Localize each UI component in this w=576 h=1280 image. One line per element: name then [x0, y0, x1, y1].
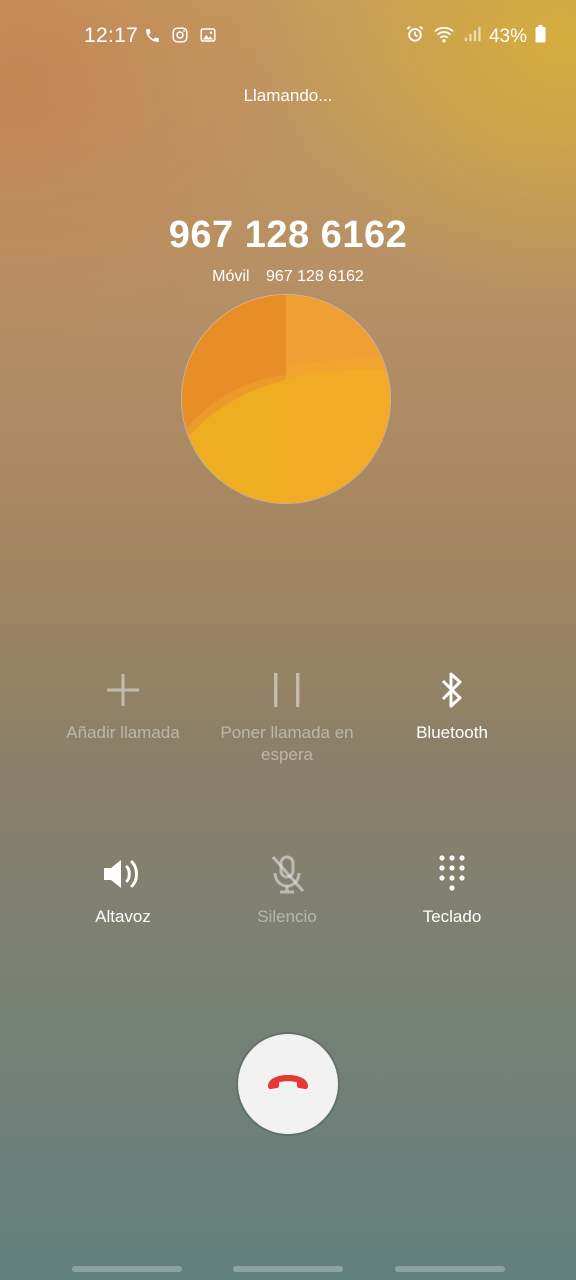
keypad-button[interactable]: Teclado	[367, 852, 537, 928]
nav-recent-button[interactable]	[72, 1266, 182, 1272]
hold-call-label: Poner llamada en espera	[220, 723, 354, 764]
speaker-label: Altavoz	[95, 907, 151, 926]
bluetooth-button[interactable]: Bluetooth	[367, 668, 537, 744]
navigation-bar	[0, 1266, 576, 1274]
add-call-button[interactable]: Añadir llamada	[38, 668, 208, 744]
bluetooth-label: Bluetooth	[416, 723, 488, 742]
caller-number: 967 128 6162	[168, 214, 408, 256]
alarm-icon	[405, 24, 425, 49]
plus-icon	[103, 670, 143, 715]
gallery-icon	[199, 26, 217, 49]
phone-type-label: Móvil	[212, 268, 250, 285]
instagram-icon	[171, 26, 189, 49]
mute-label: Silencio	[257, 907, 317, 926]
wifi-icon	[433, 24, 455, 49]
pause-icon	[270, 670, 304, 715]
mic-off-icon	[267, 853, 307, 900]
end-call-button[interactable]	[238, 1034, 338, 1134]
nav-back-button[interactable]	[395, 1266, 505, 1272]
phone-icon	[144, 27, 161, 49]
caller-sub-number: 967 128 6162	[265, 268, 364, 285]
call-status: Llamando...	[243, 86, 333, 105]
caller-avatar	[182, 295, 390, 503]
status-bar: 12:17 43%	[0, 0, 576, 70]
battery-icon	[535, 25, 546, 48]
status-time: 12:17	[84, 24, 139, 47]
add-call-label: Añadir llamada	[66, 723, 180, 742]
keypad-label: Teclado	[422, 907, 482, 926]
caller-subline: Móvil 967 128 6162	[0, 268, 576, 286]
signal-icon	[463, 25, 481, 48]
hold-call-button[interactable]: Poner llamada en espera	[202, 668, 372, 766]
speaker-icon	[101, 856, 145, 897]
battery-percent: 43%	[488, 25, 527, 47]
speaker-button[interactable]: Altavoz	[38, 852, 208, 928]
dialpad-icon	[437, 853, 467, 900]
mute-button[interactable]: Silencio	[202, 852, 372, 928]
nav-home-button[interactable]	[233, 1266, 343, 1272]
hang-up-icon	[264, 1070, 312, 1099]
bluetooth-icon	[437, 670, 467, 715]
